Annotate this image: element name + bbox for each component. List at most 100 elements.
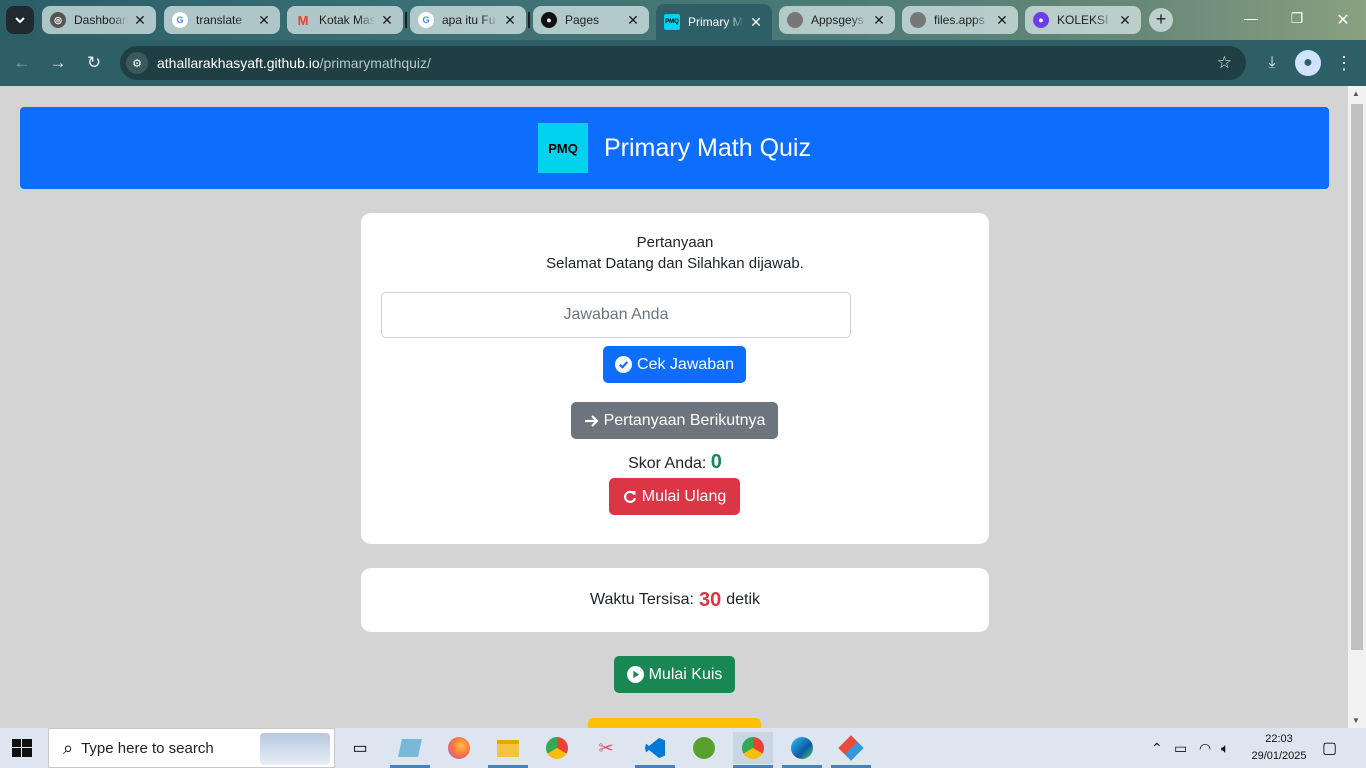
pmq-logo: PMQ xyxy=(538,123,588,173)
tab-appsgeyser[interactable]: Appsgeys ✕ xyxy=(779,6,895,34)
restart-button[interactable]: Mulai Ulang xyxy=(609,478,740,515)
tab-apa-itu[interactable]: G apa itu Fu ✕ xyxy=(410,6,526,34)
shield-icon: ● xyxy=(1033,12,1049,28)
site-info-icon[interactable]: ⚙ xyxy=(126,52,148,74)
frog-app-icon[interactable] xyxy=(684,732,724,764)
score-label: Skor Anda: xyxy=(628,455,707,472)
globe-icon xyxy=(787,12,803,28)
check-circle-icon xyxy=(615,356,633,373)
quiz-card: Pertanyaan Selamat Datang dan Silahkan d… xyxy=(361,213,989,544)
bookmark-star-icon[interactable]: ☆ xyxy=(1217,53,1232,73)
timer-label: Waktu Tersisa: xyxy=(589,591,694,608)
notification-icon[interactable]: ▢ xyxy=(1322,738,1337,758)
close-icon[interactable]: ✕ xyxy=(871,12,887,29)
close-icon[interactable]: ✕ xyxy=(502,12,518,29)
page-scrollbar[interactable]: ▲ ▼ xyxy=(1348,86,1366,728)
close-window-button[interactable]: ✕ xyxy=(1333,10,1353,30)
score-display: Skor Anda: 0 xyxy=(361,451,989,474)
close-icon[interactable]: ✕ xyxy=(132,12,148,29)
reload-button[interactable]: ↻ xyxy=(83,52,105,74)
answer-input[interactable] xyxy=(381,292,851,338)
git-app-icon[interactable] xyxy=(831,732,871,768)
scrollbar-thumb[interactable] xyxy=(1351,104,1363,650)
question-title: Pertanyaan xyxy=(636,234,714,251)
clock-date: 29/01/2025 xyxy=(1251,750,1307,762)
snipping-tool-icon[interactable]: ✂ xyxy=(586,732,626,764)
chrome-icon[interactable] xyxy=(537,732,577,764)
back-button[interactable]: ← xyxy=(11,52,33,74)
close-icon[interactable]: ✕ xyxy=(994,12,1010,29)
google-icon: G xyxy=(418,12,434,28)
scroll-up-icon[interactable]: ▲ xyxy=(1352,89,1360,98)
timer-card: Waktu Tersisa: 30 detik xyxy=(361,568,989,632)
windows-start-icon[interactable] xyxy=(12,739,32,757)
file-explorer-icon[interactable] xyxy=(488,732,528,768)
site-header: PMQ Primary Math Quiz xyxy=(20,107,1329,189)
check-answer-label: Cek Jawaban xyxy=(637,355,734,373)
pmq-icon: PMQ xyxy=(664,14,680,30)
restore-button[interactable]: ❐ xyxy=(1287,10,1307,27)
minimize-button[interactable]: — xyxy=(1241,10,1261,26)
taskbar-search[interactable]: ⌕ Type here to search xyxy=(48,728,335,768)
wifi-icon[interactable]: ◠ xyxy=(1199,740,1211,757)
firefox-icon[interactable] xyxy=(439,732,479,764)
github-icon: ● xyxy=(541,12,557,28)
close-icon[interactable]: ✕ xyxy=(1117,12,1133,29)
score-value: 0 xyxy=(710,451,722,473)
tab-dashboard[interactable]: ◎ Dashboard ✕ xyxy=(42,6,156,34)
openai-icon: ◎ xyxy=(50,12,66,28)
show-hidden-icons[interactable]: ⌃ xyxy=(1151,740,1163,757)
check-answer-button[interactable]: Cek Jawaban xyxy=(603,346,746,383)
page-viewport: PMQ Primary Math Quiz Pertanyaan Selamat… xyxy=(0,86,1348,728)
search-icon: ⌕ xyxy=(63,737,74,758)
profile-avatar[interactable]: ● xyxy=(1295,50,1321,76)
tab-strip: ◎ Dashboard ✕ G translate ✕ M Kotak Masu… xyxy=(0,0,1366,40)
tab-search-button[interactable] xyxy=(6,6,34,34)
start-quiz-label: Mulai Kuis xyxy=(648,665,723,683)
start-quiz-button[interactable]: Mulai Kuis xyxy=(614,656,735,693)
close-icon[interactable]: ✕ xyxy=(379,12,395,29)
close-icon[interactable]: ✕ xyxy=(256,12,272,29)
download-icon[interactable]: ⤓ xyxy=(1259,50,1285,76)
chrome-active-icon[interactable] xyxy=(733,732,773,768)
chevron-down-icon xyxy=(15,17,25,24)
gmail-icon: M xyxy=(297,12,309,28)
search-highlight-image xyxy=(260,733,330,765)
restart-label: Mulai Ulang xyxy=(641,487,727,505)
arrow-right-icon xyxy=(584,414,599,428)
tab-translate[interactable]: G translate ✕ xyxy=(164,6,280,34)
volume-icon[interactable]: 🔈︎ xyxy=(1221,740,1229,757)
next-question-button[interactable]: Pertanyaan Berikutnya xyxy=(571,402,778,439)
url-path: /primarymathquiz/ xyxy=(319,55,431,71)
close-icon[interactable]: ✕ xyxy=(625,12,641,29)
tab-pages[interactable]: ● Pages ✕ xyxy=(533,6,649,34)
taskbar-clock[interactable]: 22:03 29/01/2025 xyxy=(1248,731,1310,765)
battery-icon[interactable]: ▭ xyxy=(1174,740,1187,757)
browser-toolbar: ← → ↻ ⚙ athallarakhasyaft.github.io/prim… xyxy=(0,40,1366,86)
scroll-down-icon[interactable]: ▼ xyxy=(1352,716,1360,725)
menu-icon[interactable]: ⋮ xyxy=(1331,50,1357,76)
url-text[interactable]: athallarakhasyaft.github.io/primarymathq… xyxy=(157,55,431,71)
google-icon: G xyxy=(172,12,188,28)
new-tab-button[interactable]: + xyxy=(1149,8,1173,32)
tab-separator xyxy=(405,12,407,28)
next-question-label: Pertanyaan Berikutnya xyxy=(603,411,766,429)
tab-gmail[interactable]: M Kotak Masuk ✕ xyxy=(287,6,403,34)
tab-separator xyxy=(528,12,530,28)
question-text: Selamat Datang dan Silahkan dijawab. xyxy=(546,255,804,272)
tab-primary-math-quiz[interactable]: PMQ Primary M ✕ xyxy=(656,4,772,40)
play-circle-icon xyxy=(626,666,644,683)
address-bar[interactable]: ⚙ athallarakhasyaft.github.io/primarymat… xyxy=(120,46,1246,80)
taskbar: ⌕ Type here to search ▭ ✂ ⌃ ▭ ◠ 🔈︎ 22:03… xyxy=(0,728,1366,768)
vscode-icon[interactable] xyxy=(635,732,675,768)
task-view-icon[interactable]: ▭ xyxy=(340,732,380,764)
clock-time: 22:03 xyxy=(1265,733,1293,745)
forward-button[interactable]: → xyxy=(47,52,69,74)
close-icon[interactable]: ✕ xyxy=(748,14,764,31)
warning-button[interactable] xyxy=(588,718,761,728)
notepad-icon[interactable] xyxy=(390,732,430,768)
tab-koleksi[interactable]: ● KOLEKSI F ✕ xyxy=(1025,6,1141,34)
tab-files-apps[interactable]: files.apps ✕ xyxy=(902,6,1018,34)
edge-icon[interactable] xyxy=(782,732,822,768)
url-domain: athallarakhasyaft.github.io xyxy=(157,55,320,71)
